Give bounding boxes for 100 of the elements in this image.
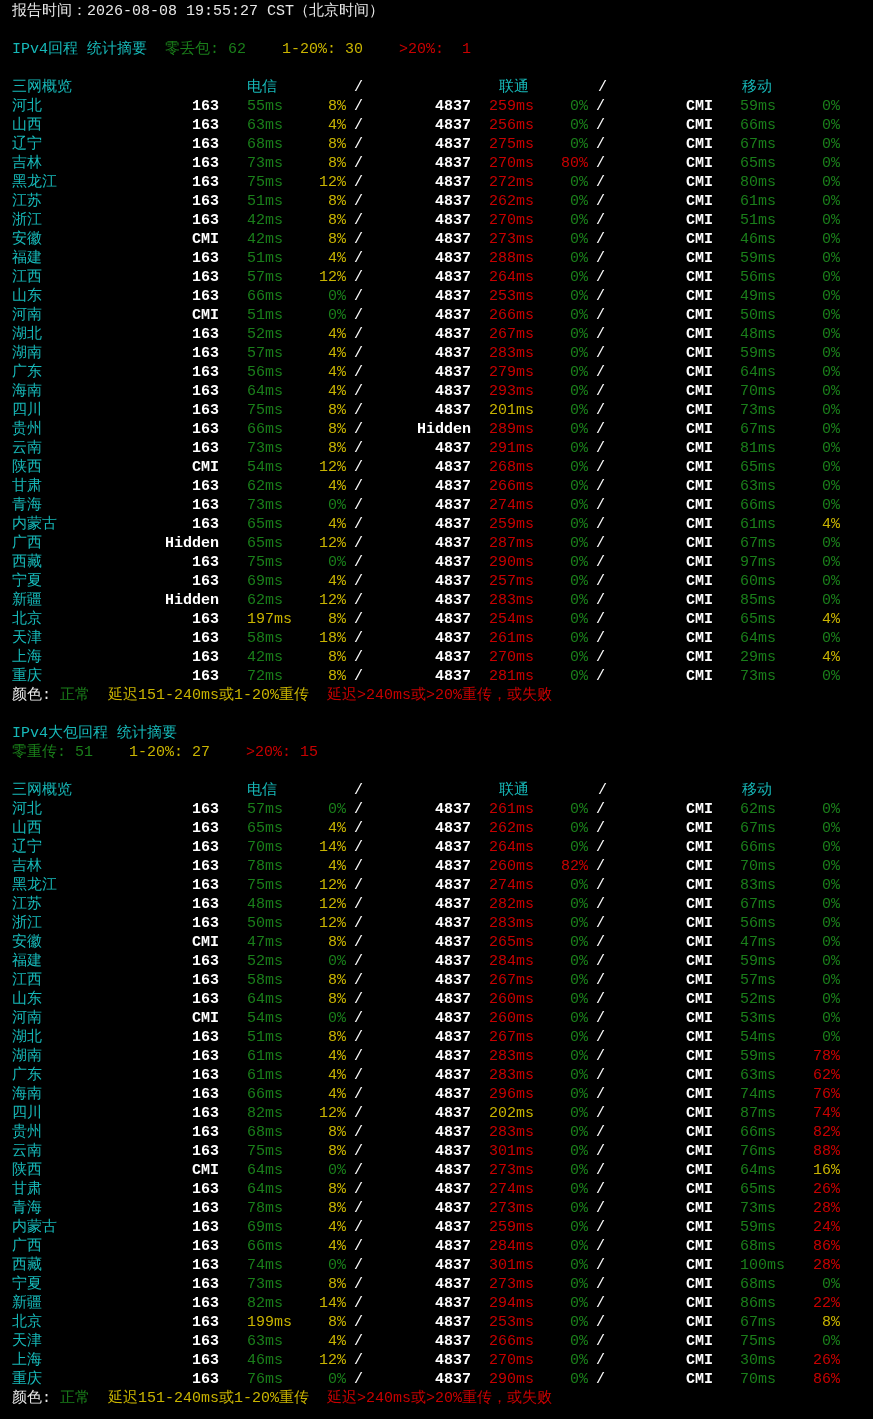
latency-value: 59ms: [740, 952, 777, 971]
asn-label: CMI: [685, 1123, 713, 1142]
separator: /: [596, 800, 606, 819]
latency-value: 68ms: [740, 1275, 777, 1294]
loss-value: 0%: [821, 363, 840, 382]
separator: /: [596, 610, 606, 629]
loss-value: 0%: [569, 610, 588, 629]
separator: /: [354, 1351, 364, 1370]
separator: /: [596, 1047, 606, 1066]
separator: /: [354, 800, 364, 819]
latency-value: 61ms: [740, 515, 777, 534]
loss-value: 0%: [569, 1332, 588, 1351]
loss-value: 0%: [821, 287, 840, 306]
asn-label: 4837: [434, 629, 471, 648]
latency-value: 82ms: [247, 1294, 284, 1313]
asn-label: CMI: [685, 990, 713, 1009]
loss-value: 80%: [560, 154, 588, 173]
asn-label: 4837: [434, 1256, 471, 1275]
separator: /: [354, 1142, 364, 1161]
separator: /: [354, 1294, 364, 1313]
latency-value: 76ms: [740, 1142, 777, 1161]
separator: /: [354, 971, 364, 990]
asn-label: 4837: [434, 306, 471, 325]
loss-value: 0%: [821, 838, 840, 857]
latency-value: 75ms: [247, 553, 284, 572]
loss-value: 0%: [569, 116, 588, 135]
loss-value: 0%: [821, 192, 840, 211]
loss-value: 0%: [569, 952, 588, 971]
loss-value: 8%: [327, 667, 346, 686]
asn-label: CMI: [685, 515, 713, 534]
separator: /: [596, 458, 606, 477]
loss-value: 8%: [327, 420, 346, 439]
latency-value: 261ms: [489, 800, 535, 819]
loss-value: 88%: [812, 1142, 840, 1161]
asn-label: 4837: [434, 154, 471, 173]
loss-value: 82%: [812, 1123, 840, 1142]
loss-value: 0%: [569, 914, 588, 933]
asn-label: 4837: [434, 857, 471, 876]
asn-label: 163: [191, 876, 219, 895]
loss-value: 12%: [318, 458, 346, 477]
summary-count: 零丢包: 62: [165, 40, 247, 59]
latency-value: 81ms: [740, 439, 777, 458]
asn-label: 4837: [434, 1313, 471, 1332]
asn-label: CMI: [685, 800, 713, 819]
loss-value: 0%: [821, 382, 840, 401]
loss-value: 4%: [821, 515, 840, 534]
latency-value: 260ms: [489, 990, 535, 1009]
separator: /: [354, 838, 364, 857]
region-label: 天津: [12, 1332, 43, 1351]
separator: /: [354, 230, 364, 249]
separator: /: [596, 1370, 606, 1389]
section-title: IPv4大包回程 统计摘要: [12, 724, 177, 743]
loss-value: 8%: [327, 97, 346, 116]
asn-label: CMI: [685, 1237, 713, 1256]
loss-value: 0%: [821, 629, 840, 648]
loss-value: 0%: [327, 287, 346, 306]
latency-value: 51ms: [247, 249, 284, 268]
separator: /: [354, 629, 364, 648]
latency-value: 83ms: [740, 876, 777, 895]
loss-value: 0%: [569, 1294, 588, 1313]
latency-value: 58ms: [247, 629, 284, 648]
latency-value: 264ms: [489, 838, 535, 857]
region-label: 北京: [12, 610, 43, 629]
asn-label: 4837: [434, 1199, 471, 1218]
asn-label: CMI: [685, 895, 713, 914]
latency-value: 261ms: [489, 629, 535, 648]
latency-value: 266ms: [489, 1332, 535, 1351]
loss-value: 0%: [821, 154, 840, 173]
asn-label: Hidden: [164, 534, 219, 553]
asn-label: 163: [191, 1142, 219, 1161]
separator: /: [354, 1237, 364, 1256]
region-label: 内蒙古: [12, 515, 58, 534]
latency-value: 73ms: [247, 154, 284, 173]
loss-value: 0%: [569, 382, 588, 401]
latency-value: 54ms: [247, 458, 284, 477]
separator: /: [354, 1370, 364, 1389]
loss-value: 0%: [821, 211, 840, 230]
asn-label: CMI: [685, 382, 713, 401]
loss-value: 0%: [821, 857, 840, 876]
column-header: 三网概览: [12, 78, 73, 97]
loss-value: 76%: [812, 1085, 840, 1104]
region-label: 广东: [12, 1066, 43, 1085]
loss-value: 12%: [318, 268, 346, 287]
latency-value: 283ms: [489, 914, 535, 933]
asn-label: 163: [191, 971, 219, 990]
legend-text: 延迟151-240ms或1-20%重传: [108, 686, 310, 705]
separator: /: [596, 648, 606, 667]
region-label: 贵州: [12, 1123, 43, 1142]
latency-value: 254ms: [489, 610, 535, 629]
asn-label: 4837: [434, 477, 471, 496]
separator: /: [354, 154, 364, 173]
region-label: 云南: [12, 1142, 43, 1161]
loss-value: 0%: [327, 1370, 346, 1389]
loss-value: 0%: [569, 1199, 588, 1218]
asn-label: 163: [191, 1104, 219, 1123]
loss-value: 0%: [569, 1161, 588, 1180]
loss-value: 8%: [327, 230, 346, 249]
separator: /: [596, 496, 606, 515]
asn-label: 163: [191, 838, 219, 857]
separator: /: [354, 211, 364, 230]
